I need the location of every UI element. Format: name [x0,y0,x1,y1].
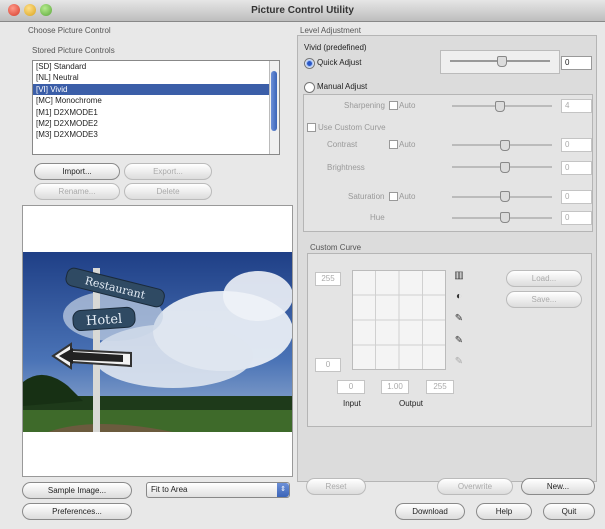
brightness-label: Brightness [327,163,365,172]
contrast-icon[interactable]: ◐ [453,291,465,303]
list-item[interactable]: [MC] Monochrome [33,95,279,106]
choose-section-title: Choose Picture Control [28,26,111,35]
preset-label: Vivid (predefined) [304,43,367,52]
title-bar: Picture Control Utility [0,0,605,22]
use-custom-curve-label: Use Custom Curve [318,123,386,132]
list-item[interactable]: [VI] Vivid [33,83,279,96]
list-item[interactable]: [M3] D2XMODE3 [33,129,279,140]
contrast-knob[interactable] [500,140,510,151]
contrast-auto-label: Auto [399,140,416,149]
curve-graph[interactable] [352,270,446,370]
output-label: Output [399,399,424,408]
list-item[interactable]: [NL] Neutral [33,72,279,83]
import-button[interactable]: Import... [34,163,120,180]
saturation-knob[interactable] [500,191,510,202]
export-button[interactable]: Export... [124,163,212,180]
histogram-icon[interactable]: ▥ [453,270,465,282]
gray-point-eyedropper-icon[interactable]: ✎ [453,335,465,347]
brightness-knob[interactable] [500,162,510,173]
list-scroll-thumb[interactable] [271,71,277,131]
quick-adjust-label: Quick Adjust [317,58,362,67]
sample-image-button[interactable]: Sample Image... [22,482,132,499]
load-curve-button[interactable]: Load... [506,270,582,287]
hue-label: Hue [370,213,385,222]
new-button[interactable]: New... [521,478,595,495]
contrast-value[interactable]: 0 [561,138,592,152]
sharpening-auto-checkbox[interactable] [389,101,398,110]
stored-controls-list[interactable]: [SD] Standard [NL] Neutral [VI] Vivid [MC] … [32,60,280,155]
curve-bottom-value[interactable]: 0 [315,358,341,372]
input-label: Input [343,399,361,408]
sharpening-auto-label: Auto [399,101,416,110]
saturation-value[interactable]: 0 [561,190,592,204]
white-point-eyedropper-icon[interactable]: ✎ [453,356,465,368]
sample-photo: Restaurant Hotel [23,252,292,432]
reset-button[interactable]: Reset [306,478,366,495]
contrast-auto-checkbox[interactable] [389,140,398,149]
picture-control-window: Picture Control Utility Choose Picture C… [0,0,605,529]
sharpening-value[interactable]: 4 [561,99,592,113]
input-value-field[interactable]: 0 [337,380,365,394]
fit-view-select-value: Fit to Area [151,485,188,494]
download-button[interactable]: Download [395,503,465,520]
list-item[interactable]: [M2] D2XMODE2 [33,118,279,129]
delete-button[interactable]: Delete [124,183,212,200]
quit-button[interactable]: Quit [543,503,595,520]
curve-top-value[interactable]: 255 [315,272,341,286]
brightness-value[interactable]: 0 [561,161,592,175]
black-point-eyedropper-icon[interactable]: ✎ [453,313,465,325]
list-scrollbar[interactable] [269,61,279,154]
fit-view-select[interactable]: Fit to Area ⇕ [146,482,290,498]
quick-adjust-knob[interactable] [497,56,507,67]
quick-adjust-value[interactable]: 0 [561,56,592,70]
level-section-title: Level Adjustment [300,26,361,35]
manual-adjust-label: Manual Adjust [317,82,368,91]
window-title: Picture Control Utility [251,5,354,16]
stored-controls-label: Stored Picture Controls [32,46,115,55]
custom-curve-title: Custom Curve [310,243,362,252]
saturation-auto-label: Auto [399,192,416,201]
preferences-button[interactable]: Preferences... [22,503,132,520]
list-item[interactable]: [M1] D2XMODE1 [33,107,279,118]
select-arrows-icon: ⇕ [277,483,289,497]
sharpening-label: Sharpening [344,101,385,110]
help-button[interactable]: Help [476,503,532,520]
output-value-field[interactable]: 255 [426,380,454,394]
sign-hotel-text: Hotel [85,312,122,329]
sharpening-knob[interactable] [495,101,505,112]
contrast-label: Contrast [327,140,358,149]
preview-pane: Restaurant Hotel [22,205,293,477]
saturation-auto-checkbox[interactable] [389,192,398,201]
hue-knob[interactable] [500,212,510,223]
gamma-value-field[interactable]: 1.00 [381,380,409,394]
list-item[interactable]: [SD] Standard [33,61,279,72]
overwrite-button[interactable]: Overwrite [437,478,513,495]
hue-value[interactable]: 0 [561,211,592,225]
save-curve-button[interactable]: Save... [506,291,582,308]
quick-adjust-radio[interactable] [304,58,315,69]
rename-button[interactable]: Rename... [34,183,120,200]
manual-adjust-radio[interactable] [304,82,315,93]
use-custom-curve-checkbox[interactable] [307,123,316,132]
saturation-label: Saturation [348,192,385,201]
